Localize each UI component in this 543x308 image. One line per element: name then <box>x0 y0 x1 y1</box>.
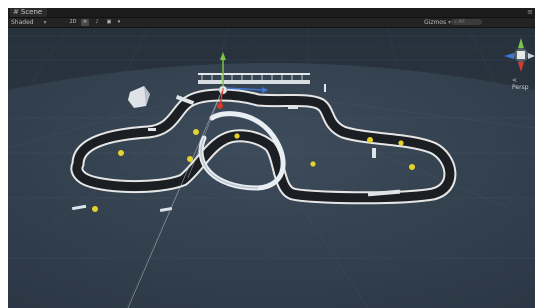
search-input[interactable]: ⌕ All <box>451 19 482 25</box>
tab-scene[interactable]: # Scene <box>10 8 48 17</box>
search-icon: ⌕ <box>454 19 457 25</box>
marker-post <box>324 84 326 92</box>
scene-view-window: # Scene ≡ Shaded ▾ 2D ☀ ♪ ▣ ▾ Gizmos ▾ ⌕… <box>8 8 535 308</box>
2d-toggle-label: 2D <box>69 19 77 25</box>
effects-icon[interactable]: ▣ <box>105 19 113 26</box>
2d-toggle-button[interactable]: 2D <box>69 19 77 26</box>
caret-down-icon: ▾ <box>43 19 47 26</box>
tab-scene-label: Scene <box>20 8 43 16</box>
audio-icon[interactable]: ♪ <box>93 19 101 26</box>
scene-toolbar: Shaded ▾ 2D ☀ ♪ ▣ ▾ Gizmos ▾ ⌕ All <box>8 18 535 28</box>
scene-canvas <box>8 28 535 308</box>
effects-caret-icon[interactable]: ▾ <box>115 19 123 26</box>
gizmos-label: Gizmos <box>424 19 447 26</box>
menu-icon[interactable]: ≡ <box>527 8 533 16</box>
hash-icon: # <box>13 8 19 16</box>
shading-mode-label: Shaded <box>11 19 34 26</box>
search-placeholder: All <box>458 19 465 25</box>
gizmos-dropdown[interactable]: Gizmos ▾ <box>424 18 451 27</box>
scene-viewport[interactable]: < Persp <box>8 28 535 308</box>
light-icon[interactable]: ☀ <box>81 19 89 26</box>
tab-bar: # Scene ≡ <box>8 8 535 18</box>
projection-label[interactable]: < Persp <box>512 77 535 91</box>
shading-mode-dropdown[interactable]: Shaded ▾ <box>11 18 47 27</box>
